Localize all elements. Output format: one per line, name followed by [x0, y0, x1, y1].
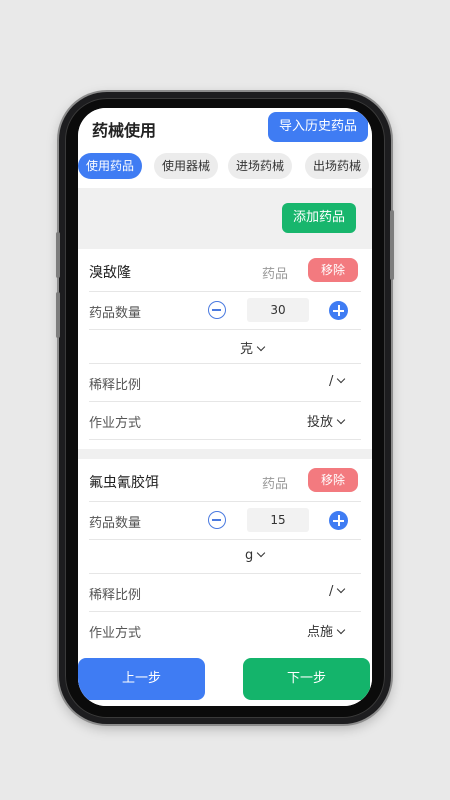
- quantity-label: 药品数量: [89, 306, 142, 321]
- tab-incoming[interactable]: 进场药械: [228, 153, 292, 179]
- method-value: 点施: [307, 625, 334, 640]
- dilution-value: /: [329, 374, 334, 389]
- dilution-label: 稀释比例: [89, 378, 142, 393]
- tab-use-medicine[interactable]: 使用药品: [78, 153, 142, 179]
- method-select[interactable]: 投放: [307, 411, 346, 430]
- unit-select[interactable]: 克: [240, 338, 266, 357]
- medicine-name: 氟虫氰胶饵: [89, 475, 159, 491]
- dilution-select[interactable]: /: [329, 584, 346, 599]
- chevron-down-icon: [336, 625, 346, 635]
- plus-icon[interactable]: [329, 511, 348, 530]
- page-title: 药械使用: [92, 121, 157, 140]
- medicine-card: 溴敌隆 药品 移除 药品数量 30 克 稀释比例 / 作业方式 投放: [78, 249, 372, 449]
- remove-button[interactable]: 移除: [308, 258, 358, 282]
- tab-outgoing[interactable]: 出场药械: [305, 153, 369, 179]
- remove-button[interactable]: 移除: [308, 468, 358, 492]
- method-value: 投放: [307, 415, 334, 430]
- chevron-down-icon: [337, 374, 346, 384]
- medicine-name: 溴敌隆: [89, 265, 131, 281]
- dilution-select[interactable]: /: [329, 374, 346, 389]
- chevron-down-icon: [257, 548, 266, 558]
- divider: [89, 539, 361, 540]
- divider: [89, 573, 361, 574]
- divider: [89, 501, 361, 502]
- footer-bar: 上一步 下一步: [78, 656, 372, 706]
- add-medicine-button[interactable]: 添加药品: [282, 203, 356, 233]
- method-label: 作业方式: [89, 626, 142, 641]
- method-label: 作业方式: [89, 416, 142, 431]
- divider: [89, 291, 361, 292]
- unit-select[interactable]: g: [245, 548, 266, 563]
- dilution-label: 稀释比例: [89, 588, 142, 603]
- quantity-input[interactable]: 30: [247, 298, 309, 322]
- divider: [89, 401, 361, 402]
- tab-bar: 使用药品 使用器械 进场药械 出场药械: [78, 148, 372, 188]
- prev-step-button[interactable]: 上一步: [78, 658, 205, 700]
- medicine-type: 药品: [262, 267, 289, 282]
- tab-use-equipment[interactable]: 使用器械: [154, 153, 218, 179]
- dilution-value: /: [329, 584, 334, 599]
- app-screen: 药械使用 导入历史药品 使用药品 使用器械 进场药械 出场药械 添加药品 溴敌隆…: [78, 108, 372, 706]
- phone-side-button: [56, 292, 60, 338]
- minus-icon[interactable]: [208, 511, 226, 529]
- quantity-label: 药品数量: [89, 516, 142, 531]
- app-header: 药械使用 导入历史药品: [78, 108, 372, 148]
- divider: [89, 611, 361, 612]
- divider: [89, 439, 361, 440]
- next-step-button[interactable]: 下一步: [243, 658, 370, 700]
- medicine-card: 氟虫氰胶饵 药品 移除 药品数量 15 g 稀释比例 / 作业方式 点施: [78, 459, 372, 659]
- chevron-down-icon: [337, 584, 346, 594]
- method-select[interactable]: 点施: [307, 621, 346, 640]
- phone-side-button: [390, 210, 394, 280]
- unit-value: g: [245, 548, 254, 563]
- chevron-down-icon: [256, 342, 266, 352]
- plus-icon[interactable]: [329, 301, 348, 320]
- import-history-button[interactable]: 导入历史药品: [268, 112, 368, 142]
- unit-value: 克: [240, 342, 254, 357]
- medicine-type: 药品: [262, 477, 289, 492]
- quantity-input[interactable]: 15: [247, 508, 309, 532]
- phone-side-button: [56, 232, 60, 278]
- divider: [89, 363, 361, 364]
- divider: [89, 329, 361, 330]
- minus-icon[interactable]: [208, 301, 226, 319]
- chevron-down-icon: [336, 415, 346, 425]
